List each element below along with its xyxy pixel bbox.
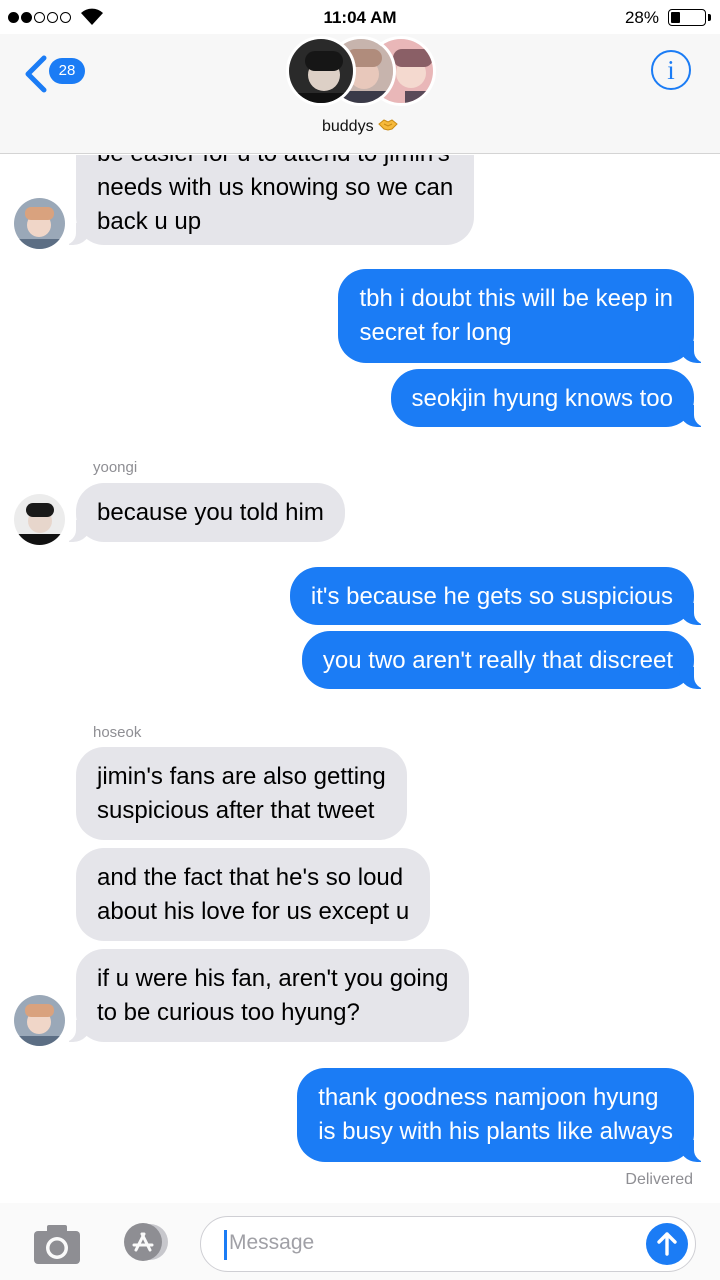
member-avatar (286, 36, 356, 106)
sender-avatar (14, 198, 65, 249)
message-text: thank goodness namjoon hyung is busy with… (318, 1084, 673, 1145)
status-bar: 11:04 AM 28% (0, 0, 720, 34)
battery-percentage: 28% (624, 8, 659, 27)
message-text: because you told him (97, 499, 324, 526)
message-text: it's because he gets so suspicious (310, 583, 673, 610)
sender-name: yoongi (93, 459, 138, 476)
composer-bar: Message (0, 1203, 720, 1280)
text-cursor (224, 1230, 227, 1260)
status-time: 11:04 AM (323, 8, 397, 27)
message-text: tbh i doubt this will be keep in secret f… (359, 285, 673, 346)
camera-icon (34, 1225, 80, 1264)
app-store-icon (124, 1223, 168, 1261)
outgoing-message: tbh i doubt this will be keep in secret f… (338, 269, 706, 363)
incoming-message: jimin's fans are also getting suspicious … (76, 747, 407, 840)
sender-avatar (14, 494, 65, 545)
message-text: seokjin hyung knows too (411, 385, 674, 412)
send-arrow-icon (657, 1232, 677, 1256)
message-input[interactable]: Message (200, 1216, 696, 1272)
incoming-message: if u were his fan, aren't you going to be… (63, 949, 470, 1042)
sender-name: hoseok (93, 724, 142, 741)
info-icon: i (667, 55, 675, 85)
message-list[interactable]: be easier for u to attend to jimin'sneed… (0, 155, 720, 1203)
incoming-message: because you told him (64, 483, 345, 542)
group-name[interactable]: buddys (0, 118, 720, 136)
back-button[interactable]: 28 (22, 54, 92, 94)
outgoing-message: thank goodness namjoon hyung is busy with… (297, 1068, 706, 1162)
group-avatars[interactable] (284, 34, 436, 108)
message-text: and the fact that he's so loud about his … (97, 864, 410, 925)
battery-level-fill (671, 12, 680, 23)
handshake-icon (378, 119, 398, 131)
delivery-status: Delivered (625, 1171, 693, 1188)
camera-button[interactable] (32, 1222, 82, 1271)
incoming-message: be easier for u to attend to jimin'sneed… (63, 155, 475, 245)
message-text: be easier for u to attend to jimin'sneed… (97, 155, 454, 235)
battery-tip (708, 14, 711, 21)
message-text: jimin's fans are also getting suspicious … (97, 763, 386, 824)
incoming-message: and the fact that he's so loud about his … (76, 848, 431, 941)
battery-icon (668, 9, 706, 26)
info-button[interactable]: i (651, 50, 691, 90)
outgoing-message: seokjin hyung knows too (390, 369, 706, 427)
conversation-header: 28 buddys i (0, 34, 720, 154)
sender-avatar (14, 995, 65, 1046)
message-text: you two aren't really that discreet (322, 647, 673, 674)
outgoing-message: you two aren't really that discreet (301, 631, 707, 689)
app-store-button[interactable] (115, 1222, 173, 1267)
message-placeholder: Message (229, 1231, 315, 1254)
message-text: if u were his fan, aren't you going to be… (97, 965, 449, 1026)
unread-count-badge: 28 (49, 58, 85, 84)
group-name-label: buddys (321, 118, 374, 135)
chevron-left-icon (25, 55, 47, 93)
outgoing-message: it's because he gets so suspicious (289, 567, 707, 625)
send-button[interactable] (646, 1223, 688, 1265)
